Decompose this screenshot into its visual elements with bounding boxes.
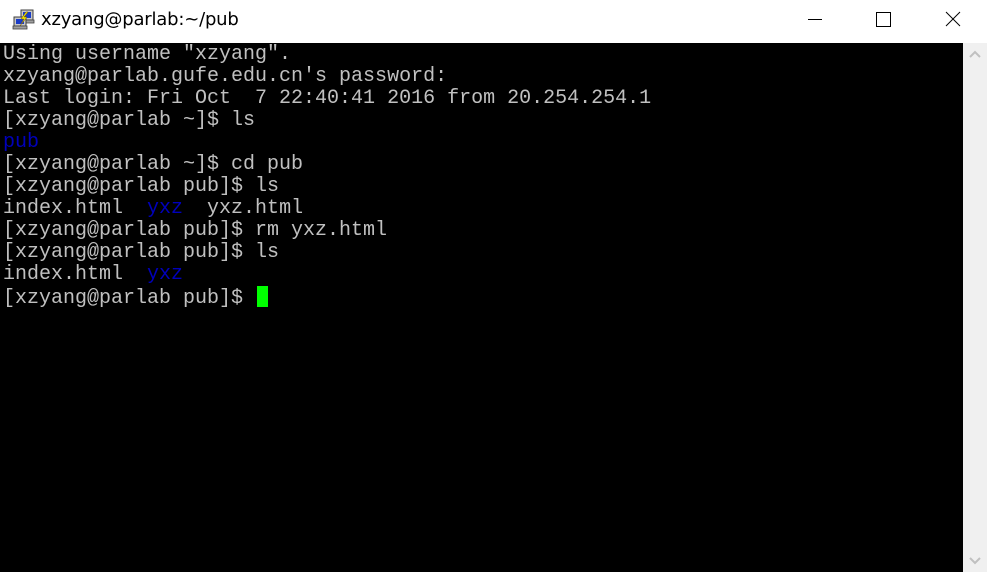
window-title: xzyang@parlab:~/pub (41, 9, 239, 30)
directory-name: pub (3, 131, 40, 154)
directory-name: yxz (147, 197, 184, 220)
terminal-line: [xzyang@parlab pub]$ ls (3, 242, 651, 264)
terminal-text: [xzyang@parlab pub]$ ls (3, 175, 280, 198)
minimize-button[interactable] (780, 0, 850, 43)
chevron-down-icon (969, 552, 981, 570)
close-icon (945, 11, 961, 32)
terminal-text: Last login: Fri Oct 7 22:40:41 2016 from… (3, 87, 652, 110)
terminal-line: [xzyang@parlab ~]$ cd pub (3, 154, 651, 176)
terminal-output: Using username "xzyang". xzyang@parlab.gu… (3, 44, 651, 310)
minimize-icon (807, 11, 823, 32)
terminal-cursor (257, 286, 269, 307)
terminal-text: [xzyang@parlab pub]$ ls (3, 241, 280, 264)
terminal-text: Using username "xzyang". (3, 43, 292, 66)
terminal-text: xzyang@parlab.gufe.edu.cn's password: (3, 65, 448, 88)
terminal-area[interactable]: Using username "xzyang". xzyang@parlab.gu… (0, 43, 963, 572)
terminal-line: [xzyang@parlab pub]$ rm yxz.html (3, 220, 651, 242)
terminal-text: [xzyang@parlab ~]$ cd pub (3, 153, 304, 176)
title-bar[interactable]: xzyang@parlab:~/pub (0, 0, 987, 43)
terminal-line: [xzyang@parlab pub]$ (3, 286, 651, 310)
terminal-line: xzyang@parlab.gufe.edu.cn's password: (3, 66, 651, 88)
terminal-line: [xzyang@parlab pub]$ ls (3, 176, 651, 198)
putty-window: xzyang@parlab:~/pub Using username "xzya… (0, 0, 987, 572)
terminal-text: [xzyang@parlab ~]$ ls (3, 109, 256, 132)
scroll-down-button[interactable] (963, 550, 987, 572)
terminal-text: yxz.html (183, 197, 304, 220)
terminal-text: index.html (3, 263, 148, 286)
terminal-text: index.html (3, 197, 148, 220)
directory-name: yxz (147, 263, 184, 286)
terminal-line: Last login: Fri Oct 7 22:40:41 2016 from… (3, 88, 651, 110)
chevron-up-icon (969, 45, 981, 63)
terminal-line: index.html yxz yxz.html (3, 198, 651, 220)
terminal-line: pub (3, 132, 651, 154)
maximize-button[interactable] (848, 0, 918, 43)
close-button[interactable] (918, 0, 987, 43)
terminal-line: Using username "xzyang". (3, 44, 651, 66)
terminal-line: [xzyang@parlab ~]$ ls (3, 110, 651, 132)
terminal-line: index.html yxz (3, 264, 651, 286)
putty-icon[interactable] (12, 9, 36, 31)
terminal-text: [xzyang@parlab pub]$ rm yxz.html (3, 219, 388, 242)
terminal-text: [xzyang@parlab pub]$ (3, 287, 256, 310)
scroll-up-button[interactable] (963, 43, 987, 65)
maximize-icon (875, 11, 891, 32)
vertical-scrollbar[interactable] (963, 43, 987, 572)
